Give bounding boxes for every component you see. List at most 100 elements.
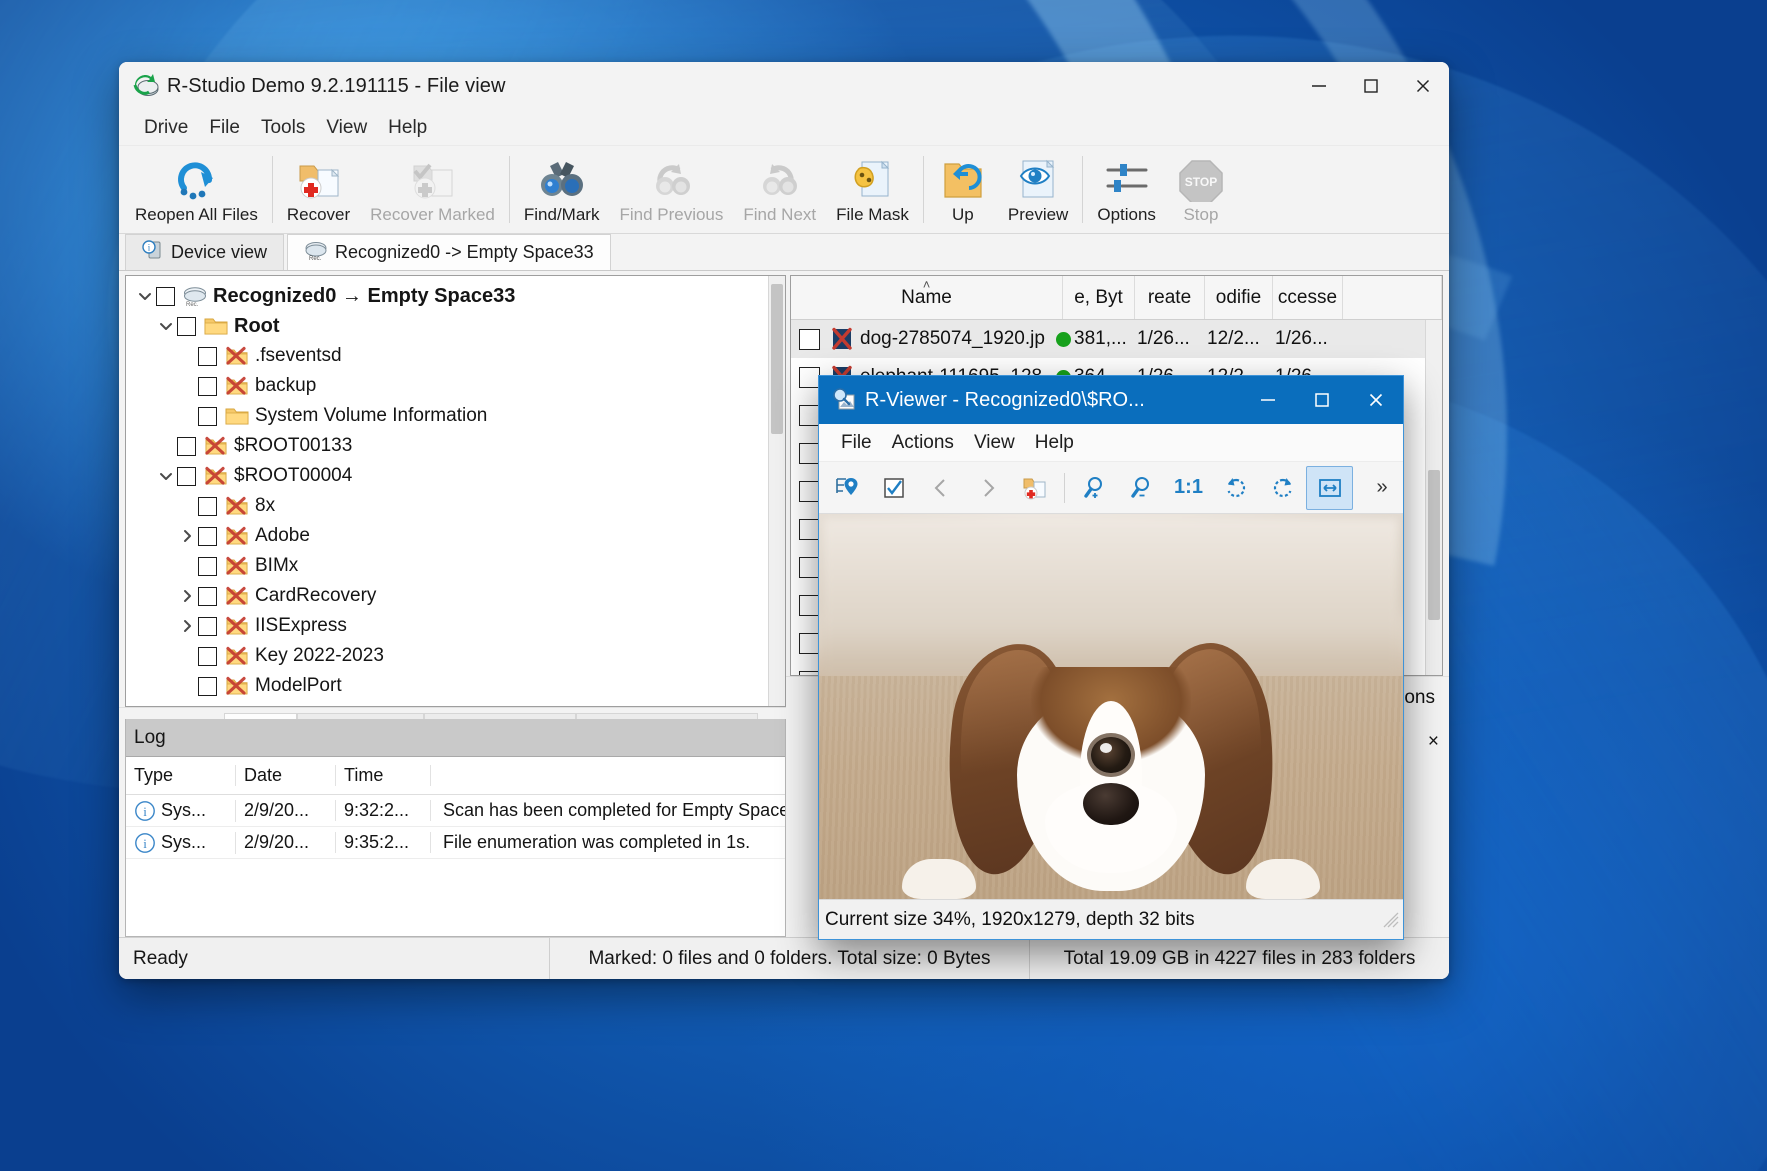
file-row-checkbox[interactable] — [799, 671, 820, 676]
rotate-right-icon[interactable] — [1259, 466, 1306, 510]
tree-twisty-right-icon[interactable] — [176, 588, 198, 604]
viewer-maximize-button[interactable] — [1295, 377, 1349, 424]
zoom-actual-size-icon[interactable]: 1:1 — [1165, 466, 1212, 510]
reopen-all-files-button[interactable]: Reopen All Files — [125, 146, 268, 233]
tree-item-checkbox[interactable] — [177, 317, 196, 336]
zoom-in-icon[interactable] — [1071, 466, 1118, 510]
file-row-checkbox[interactable] — [799, 595, 820, 616]
viewer-menu-view[interactable]: View — [964, 430, 1025, 456]
rotate-left-icon[interactable] — [1212, 466, 1259, 510]
log-close-button[interactable]: × — [1428, 727, 1439, 757]
tree-item[interactable]: Root — [126, 311, 768, 341]
tree-item[interactable]: Adobe — [126, 521, 768, 551]
tree-item[interactable]: $ROOT00004 — [126, 461, 768, 491]
tree-item[interactable]: Rec.Recognized0 → Empty Space33 — [126, 281, 768, 311]
viewer-menu-actions[interactable]: Actions — [882, 430, 964, 456]
tree-item-checkbox[interactable] — [198, 647, 217, 666]
tree-item-checkbox[interactable] — [156, 287, 175, 306]
file-row[interactable]: dog-2785074_1920.jp381,...1/26...12/2...… — [791, 320, 1425, 358]
tree-item-checkbox[interactable] — [198, 377, 217, 396]
up-button[interactable]: Up — [928, 146, 998, 233]
tab-device-view[interactable]: i Device view — [125, 234, 284, 270]
viewer-status-text: Current size 34%, 1920x1279, depth 32 bi… — [825, 909, 1195, 931]
recover-file-icon[interactable] — [1011, 466, 1058, 510]
column-header-accessed[interactable]: ccesse — [1273, 276, 1343, 319]
file-mask-button[interactable]: File Mask — [826, 146, 919, 233]
tree-item-checkbox[interactable] — [198, 557, 217, 576]
viewer-close-button[interactable] — [1349, 377, 1403, 424]
resize-grip-icon[interactable] — [1382, 911, 1400, 929]
tree-item[interactable]: Key 2022-2023 — [126, 641, 768, 671]
tab-recognized0-empty-space33[interactable]: Rec. Recognized0 -> Empty Space33 — [287, 234, 611, 270]
tree-item[interactable]: IISExpress — [126, 611, 768, 641]
file-row-checkbox[interactable] — [799, 557, 820, 578]
list-location-icon[interactable] — [823, 466, 870, 510]
menu-item-help[interactable]: Help — [379, 115, 436, 141]
tree-twisty-right-icon[interactable] — [176, 528, 198, 544]
file-row-checkbox[interactable] — [799, 481, 820, 502]
viewer-image-area[interactable] — [819, 514, 1403, 899]
find-previous-button[interactable]: Find Previous — [609, 146, 733, 233]
find-next-button[interactable]: Find Next — [733, 146, 826, 233]
tree-item[interactable]: ModelPort — [126, 671, 768, 701]
next-arrow-icon[interactable] — [964, 466, 1011, 510]
tree-item[interactable]: .fseventsd — [126, 341, 768, 371]
mark-checkbox-icon[interactable] — [870, 466, 917, 510]
tree-twisty-down-icon[interactable] — [134, 288, 156, 304]
column-header-size[interactable]: e, Byt — [1063, 276, 1135, 319]
tree-item[interactable]: backup — [126, 371, 768, 401]
tree-twisty-down-icon[interactable] — [155, 318, 177, 334]
menu-item-tools[interactable]: Tools — [252, 115, 314, 141]
tree-item[interactable]: $ROOT00133 — [126, 431, 768, 461]
recover-marked-button[interactable]: Recover Marked — [360, 146, 505, 233]
column-header-modified[interactable]: odifie — [1205, 276, 1273, 319]
file-list-vertical-scrollbar[interactable] — [1425, 320, 1442, 675]
file-row-checkbox[interactable] — [799, 443, 820, 464]
tree-item[interactable]: 8x — [126, 491, 768, 521]
options-button[interactable]: Options — [1087, 146, 1166, 233]
viewer-menu-file[interactable]: File — [831, 430, 882, 456]
menu-item-file[interactable]: File — [200, 115, 249, 141]
log-row[interactable]: i Sys... 2/9/20... 9:32:2... Scan has be… — [126, 795, 785, 827]
tree-item[interactable]: BIMx — [126, 551, 768, 581]
previous-arrow-icon[interactable] — [917, 466, 964, 510]
column-header-created[interactable]: reate — [1135, 276, 1205, 319]
tree-item-checkbox[interactable] — [198, 587, 217, 606]
find-mark-button[interactable]: Find/Mark — [514, 146, 610, 233]
viewer-minimize-button[interactable] — [1241, 377, 1295, 424]
log-row[interactable]: i Sys... 2/9/20... 9:35:2... File enumer… — [126, 827, 785, 859]
tree-twisty-right-icon[interactable] — [176, 618, 198, 634]
tree-item-checkbox[interactable] — [198, 407, 217, 426]
stop-button[interactable]: STOP Stop — [1166, 146, 1236, 233]
tree-vertical-scrollbar[interactable] — [768, 276, 785, 706]
tree-item-checkbox[interactable] — [198, 677, 217, 696]
viewer-menu-help[interactable]: Help — [1025, 430, 1084, 456]
tree-item-checkbox[interactable] — [198, 617, 217, 636]
file-row-checkbox[interactable] — [799, 367, 820, 388]
fit-to-window-icon[interactable] — [1306, 466, 1353, 510]
tree-item[interactable]: CardRecovery — [126, 581, 768, 611]
tree-twisty-down-icon[interactable] — [155, 468, 177, 484]
scrollbar-thumb[interactable] — [1428, 470, 1440, 620]
menu-item-drive[interactable]: Drive — [135, 115, 197, 141]
minimize-button[interactable] — [1293, 63, 1345, 110]
column-header-name[interactable]: ˄ Name — [791, 276, 1063, 319]
zoom-out-icon[interactable] — [1118, 466, 1165, 510]
tree-item-checkbox[interactable] — [198, 527, 217, 546]
menu-item-view[interactable]: View — [317, 115, 376, 141]
preview-button[interactable]: Preview — [998, 146, 1078, 233]
file-row-checkbox[interactable] — [799, 329, 820, 350]
file-row-checkbox[interactable] — [799, 405, 820, 426]
file-row-checkbox[interactable] — [799, 519, 820, 540]
tree-item-checkbox[interactable] — [198, 347, 217, 366]
tree-item-checkbox[interactable] — [198, 497, 217, 516]
close-button[interactable] — [1397, 63, 1449, 110]
scrollbar-thumb[interactable] — [771, 284, 783, 434]
file-row-checkbox[interactable] — [799, 633, 820, 654]
tree-item-checkbox[interactable] — [177, 437, 196, 456]
recover-button[interactable]: Recover — [277, 146, 360, 233]
chevron-more-icon[interactable]: » — [1365, 466, 1399, 510]
maximize-button[interactable] — [1345, 63, 1397, 110]
tree-item[interactable]: System Volume Information — [126, 401, 768, 431]
tree-item-checkbox[interactable] — [177, 467, 196, 486]
